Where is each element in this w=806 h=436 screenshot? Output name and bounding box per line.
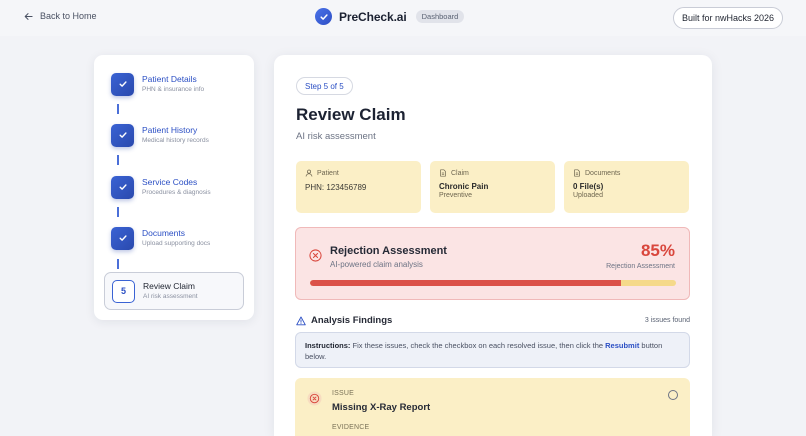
back-link-label: Back to Home [40,11,97,21]
step-connector [117,259,119,269]
rejection-percent: 85% [640,241,675,260]
step-subtitle: PHN & insurance info [142,86,205,93]
resubmit-link[interactable]: Resubmit [605,341,639,350]
brand: PreCheck.ai Dashboard [315,8,465,25]
x-circle-icon [309,249,322,262]
patient-card-label: Patient [317,169,339,177]
sidebar-step-patient-history[interactable]: Patient History Medical history records [104,116,244,154]
sidebar-step-patient-details[interactable]: Patient Details PHN & insurance info [104,65,244,103]
issues-found-count: 3 issues found [644,317,690,324]
step-complete-check-icon [111,226,134,250]
instructions-label: Instructions: [305,341,351,350]
step-title: Patient Details [142,74,197,84]
step-connector [117,104,119,114]
evidence-label: EVIDENCE [332,424,370,431]
steps-sidebar: Patient Details PHN & insurance info Pat… [94,55,254,320]
rejection-assessment-card: Rejection Assessment AI-powered claim an… [295,227,690,300]
step-complete-check-icon [111,123,134,147]
dashboard-badge: Dashboard [415,10,465,23]
warning-triangle-icon [296,316,306,325]
step-indicator-pill: Step 5 of 5 [296,77,353,95]
step-subtitle: Upload supporting docs [142,240,211,247]
analysis-findings-title: Analysis Findings [311,315,393,326]
brand-check-icon [315,8,332,25]
brand-name: PreCheck.ai [339,9,407,24]
page-title: Review Claim [296,105,406,124]
documents-info-card: Documents 0 File(s) Uploaded [564,161,689,213]
page-subtitle: AI risk assessment [296,131,376,142]
rejection-percent-caption: Rejection Assessment [606,263,675,270]
issue-card: ISSUE Missing X-Ray Report EVIDENCE [295,378,690,436]
built-for-nwhacks-button[interactable]: Built for nwHacks 2026 [673,7,783,29]
user-icon [305,169,313,177]
rejection-progress-bar [310,280,676,286]
step-title: Documents [142,228,185,238]
document-icon [440,169,446,177]
arrow-left-icon [24,12,33,20]
step-subtitle: Procedures & diagnosis [142,189,211,196]
back-to-home-link[interactable]: Back to Home [24,11,97,21]
review-claim-panel: Step 5 of 5 Review Claim AI risk assessm… [274,55,712,436]
rejection-subtitle: AI-powered claim analysis [330,260,423,269]
sidebar-step-review-claim[interactable]: 5 Review Claim AI risk assessment [104,272,244,310]
step-subtitle: AI risk assessment [143,293,198,300]
step-connector [117,155,119,165]
sidebar-step-service-codes[interactable]: Service Codes Procedures & diagnosis [104,168,244,206]
x-circle-icon [307,391,322,406]
patient-info-card: Patient PHN: 123456789 [296,161,421,213]
step-complete-check-icon [111,72,134,96]
documents-count: 0 File(s) [573,182,604,191]
top-header: Back to Home PreCheck.ai Dashboard Built… [0,0,806,36]
claim-type: Preventive [439,192,473,199]
claim-info-card: Claim Chronic Pain Preventive [430,161,555,213]
claim-card-label: Claim [451,169,469,177]
file-icon [574,169,580,177]
step-subtitle: Medical history records [142,137,209,144]
rejection-title: Rejection Assessment [330,245,447,257]
sidebar-step-documents[interactable]: Documents Upload supporting docs [104,219,244,257]
issue-title: Missing X-Ray Report [332,402,431,413]
step-number: 5 [112,279,135,303]
documents-card-label: Documents [585,169,621,177]
analysis-findings-header: Analysis Findings [296,315,392,326]
step-complete-check-icon [111,175,134,199]
rejection-progress-fill [310,280,622,286]
issue-resolved-checkbox[interactable] [668,390,678,400]
claim-condition: Chronic Pain [439,182,489,191]
step-title: Patient History [142,125,198,135]
issue-label: ISSUE [332,390,355,397]
documents-status: Uploaded [573,192,603,199]
instructions-text: Fix these issues, check the checkbox on … [350,341,606,350]
patient-phn: PHN: 123456789 [305,183,367,192]
step-connector [117,207,119,217]
instructions-box: Instructions: Fix these issues, check th… [295,332,690,368]
step-title: Review Claim [143,281,195,291]
step-title: Service Codes [142,177,198,187]
